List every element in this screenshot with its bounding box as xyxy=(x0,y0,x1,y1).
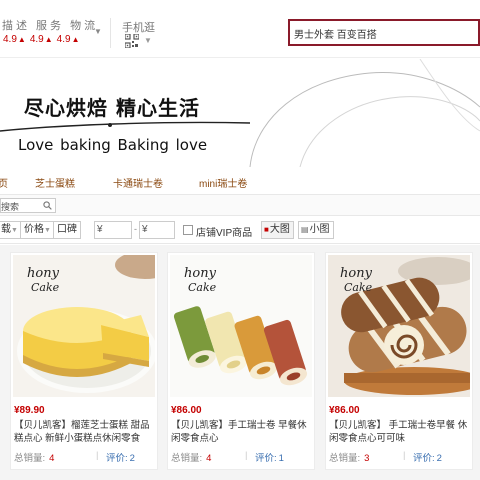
category-nav-item-home[interactable]: 页 xyxy=(0,175,8,190)
search-icon[interactable] xyxy=(43,201,52,210)
price-min-input[interactable]: ¥ xyxy=(94,221,132,239)
product-image[interactable]: hony Cake xyxy=(328,255,470,397)
svg-text:hony: hony xyxy=(27,266,60,281)
cheesecake-image: hony Cake xyxy=(13,255,155,397)
shop-search-row: 搜索 xyxy=(0,194,480,216)
product-title[interactable]: 【贝儿凯客】 手工瑞士卷早餐 休闲零食点心可可味 xyxy=(329,419,471,445)
product-card[interactable]: hony Cake ¥86.00 【贝儿凯客】 手工瑞士卷早餐 休闲零食点心可可… xyxy=(325,252,473,470)
rating-description: 4.9▲ xyxy=(3,34,26,45)
chevron-down-icon[interactable]: ▼ xyxy=(144,36,152,45)
product-price: ¥89.90 xyxy=(14,405,45,416)
shop-banner: 尽心烘焙 精心生活 Love baking Baking love xyxy=(0,59,480,167)
chevron-down-icon[interactable]: ▼ xyxy=(94,27,102,36)
grid-icon: ■ xyxy=(264,225,269,234)
product-reviews[interactable]: 评价: 2 xyxy=(413,450,442,464)
sort-price-button[interactable]: 价格▼ xyxy=(20,221,55,239)
price-range-dash: - xyxy=(134,224,137,234)
product-title[interactable]: 【贝儿凯客】榴莲芝士蛋糕 甜品糕点心 新鲜小蛋糕点休闲零食 xyxy=(14,419,156,445)
product-sales: 总销量: 4 xyxy=(14,453,55,464)
cocoa-swiss-roll-image: hony Cake xyxy=(328,255,470,397)
vip-items-label[interactable]: 店铺VIP商品 xyxy=(196,224,252,239)
top-bar: 描述 服务 物流 4.9▲ 4.9▲ 4.9▲ ▼ 手机逛 ▼ xyxy=(0,0,480,58)
product-sales: 总销量: 4 xyxy=(171,453,212,464)
divider: | xyxy=(403,450,406,461)
product-image[interactable]: hony Cake xyxy=(170,255,312,397)
svg-text:Cake: Cake xyxy=(188,281,217,294)
rating-values: 4.9▲ 4.9▲ 4.9▲ xyxy=(3,34,79,45)
divider: | xyxy=(245,450,248,461)
rating-logistics: 4.9▲ xyxy=(56,34,80,45)
product-reviews[interactable]: 评价: 2 xyxy=(106,450,135,464)
svg-text:Cake: Cake xyxy=(344,281,373,294)
category-nav-item-mini-swiss-roll[interactable]: mini瑞士卷 xyxy=(199,175,247,190)
product-sales: 总销量: 3 xyxy=(329,453,370,464)
product-price: ¥86.00 xyxy=(171,405,202,416)
swiss-roll-assortment-image: hony Cake xyxy=(170,255,312,397)
search-input[interactable] xyxy=(294,25,474,41)
sort-reputation-button[interactable]: 口碑 xyxy=(53,221,81,239)
view-small-button[interactable]: ▤小图 xyxy=(298,221,334,239)
checkbox-icon[interactable] xyxy=(183,225,193,235)
product-image[interactable]: hony Cake xyxy=(13,255,155,397)
rating-service: 4.9▲ xyxy=(29,34,53,45)
category-nav-item-cartoon-swiss-roll[interactable]: 卡通瑞士卷 xyxy=(113,175,163,190)
rating-label: 描述 服务 物流 xyxy=(2,20,99,32)
shop-search-field[interactable]: 搜索 xyxy=(0,198,56,213)
divider xyxy=(110,18,111,48)
product-card[interactable]: hony Cake ¥89.90 【贝儿凯客】榴莲芝士蛋糕 甜品糕点心 新鲜小蛋… xyxy=(10,252,158,470)
mobile-shop-label[interactable]: 手机逛 xyxy=(122,19,155,35)
list-icon: ▤ xyxy=(301,225,309,234)
shop-search-label: 搜索 xyxy=(1,202,20,212)
sort-sales-button[interactable]: 载▼ xyxy=(0,221,22,239)
view-large-button[interactable]: ■大图 xyxy=(261,221,294,239)
svg-text:hony: hony xyxy=(340,266,373,281)
sort-filter-bar: 载▼ 价格▼ 口碑 ¥ - ¥ 店铺VIP商品 ■大图 ▤小图 xyxy=(0,216,480,244)
banner-slogan-chinese: 尽心烘焙 精心生活 xyxy=(24,96,200,120)
qr-code-icon[interactable] xyxy=(125,34,139,48)
svg-text:hony: hony xyxy=(184,266,217,281)
divider: | xyxy=(96,450,99,461)
product-reviews[interactable]: 评价: 1 xyxy=(255,450,284,464)
product-card[interactable]: hony Cake ¥86.00 【贝儿凯客】手工瑞士卷 早餐休闲零食点心 总销… xyxy=(167,252,315,470)
svg-text:Cake: Cake xyxy=(31,281,60,294)
search-box[interactable] xyxy=(288,19,480,46)
price-max-input[interactable]: ¥ xyxy=(139,221,175,239)
product-price: ¥86.00 xyxy=(329,405,360,416)
product-title[interactable]: 【贝儿凯客】手工瑞士卷 早餐休闲零食点心 xyxy=(171,419,313,445)
category-nav: 页 芝士蛋糕 卡通瑞士卷 mini瑞士卷 xyxy=(0,170,480,192)
banner-slogan-english: Love baking Baking love xyxy=(18,136,208,154)
category-nav-item-cheesecake[interactable]: 芝士蛋糕 xyxy=(35,175,75,190)
